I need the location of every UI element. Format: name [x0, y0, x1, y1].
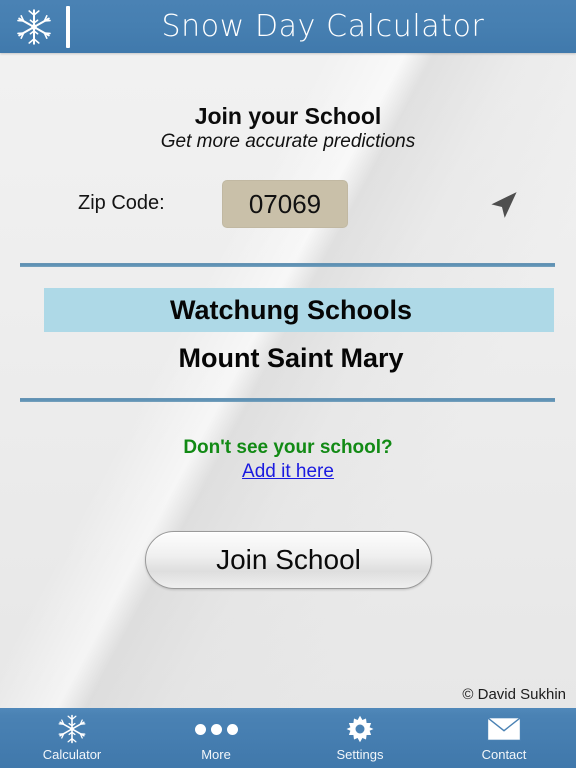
gear-icon — [345, 713, 375, 745]
add-school-link[interactable]: Add it here — [0, 461, 576, 483]
copyright-text: © David Sukhin — [462, 686, 566, 703]
tab-label: More — [201, 747, 231, 762]
tab-more[interactable]: More — [144, 708, 288, 768]
list-divider-top — [20, 263, 555, 267]
app-screen: Snow Day Calculator Join your School Get… — [0, 0, 576, 768]
list-item[interactable]: Watchung Schools — [44, 288, 554, 332]
tab-bar: Calculator More Settings Contact — [0, 708, 576, 768]
tab-label: Calculator — [42, 747, 102, 762]
tab-settings[interactable]: Settings — [288, 708, 432, 768]
no-school-prompt: Don't see your school? — [183, 437, 393, 458]
zip-code-label: Zip Code: — [78, 192, 165, 214]
snowflake-icon — [56, 713, 88, 745]
tab-label: Settings — [336, 747, 384, 762]
location-arrow-icon[interactable] — [486, 188, 520, 222]
page-title: Snow Day Calculator — [161, 9, 485, 44]
school-name: Watchung Schools — [170, 294, 412, 325]
envelope-icon — [487, 713, 521, 745]
school-name: Mount Saint Mary — [178, 342, 404, 373]
list-item[interactable]: Mount Saint Mary — [44, 336, 554, 380]
ellipsis-icon — [194, 713, 238, 745]
list-divider-bottom — [20, 398, 555, 402]
join-section-title: Join your School — [194, 103, 382, 129]
app-header: Snow Day Calculator — [0, 0, 576, 53]
tab-contact[interactable]: Contact — [432, 708, 576, 768]
tab-label: Contact — [481, 747, 527, 762]
tab-calculator[interactable]: Calculator — [0, 708, 144, 768]
join-section-subtitle: Get more accurate predictions — [160, 131, 416, 152]
zip-code-input[interactable] — [222, 180, 348, 228]
snowflake-icon — [14, 7, 54, 47]
join-school-button[interactable]: Join School — [145, 531, 432, 589]
